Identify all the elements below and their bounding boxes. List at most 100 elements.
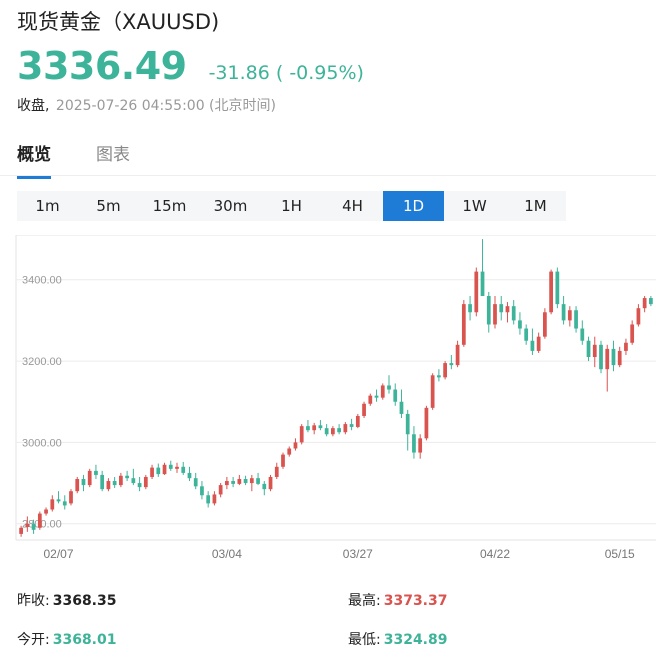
candle-body	[87, 470, 92, 486]
candle-body	[586, 340, 591, 357]
view-tabs: 概览 图表	[17, 140, 175, 179]
candle-body	[287, 448, 292, 455]
candle-body	[168, 464, 173, 469]
candle-body	[162, 464, 167, 475]
candle-body	[599, 344, 603, 370]
candle-body	[461, 304, 466, 345]
candle-body	[19, 527, 23, 534]
candle-body	[362, 403, 366, 416]
candle-body	[636, 308, 641, 325]
market-status: 收盘, 2025-07-26 04:55:00 (北京时间)	[17, 95, 276, 115]
candle-body	[56, 499, 61, 502]
candle-body	[536, 336, 541, 351]
candle-body	[181, 466, 186, 473]
candle-body	[524, 328, 529, 341]
candle-body	[112, 481, 117, 486]
candle-body	[156, 467, 161, 475]
tab-chart[interactable]: 图表	[96, 140, 130, 179]
candle-body	[231, 481, 235, 484]
x-tick-label: 03/04	[212, 547, 242, 561]
interval-15m[interactable]: 15m	[139, 191, 200, 221]
candle-body	[355, 415, 360, 427]
candle-body	[449, 363, 454, 366]
x-tick-label: 05/15	[605, 547, 635, 561]
candle-body	[243, 479, 248, 484]
candle-body	[212, 494, 217, 504]
candle-body	[518, 320, 522, 329]
candle-body	[31, 523, 36, 530]
candle-body	[262, 483, 267, 490]
interval-1m[interactable]: 1m	[17, 191, 78, 221]
candle-body	[617, 350, 622, 366]
candle-body	[200, 486, 204, 496]
candle-body	[299, 426, 304, 443]
candle-body	[424, 407, 429, 439]
candlestick-chart[interactable]: 3400.003200.003000.002800.0002/07 03/04 03…	[0, 235, 656, 565]
candle-body	[374, 395, 379, 398]
candle-body	[393, 389, 398, 402]
candle-body	[443, 363, 447, 378]
stat-high-value: 3373.37	[383, 593, 448, 609]
candle-body	[324, 428, 329, 435]
candle-body	[293, 442, 298, 449]
y-tick-label: 3400.00	[22, 275, 62, 287]
candle-body	[218, 485, 223, 495]
candle-body	[150, 467, 154, 477]
candle-body	[437, 375, 441, 378]
stat-open-value: 3368.01	[52, 632, 117, 648]
stat-prev-close-value: 3368.35	[52, 593, 117, 609]
candle-body	[137, 483, 142, 488]
candle-body	[561, 304, 566, 321]
candle-body	[474, 271, 479, 313]
candle-body	[543, 312, 547, 337]
candle-body	[418, 438, 423, 453]
x-tick-label: 03/27	[343, 547, 373, 561]
current-price: 3336.49	[17, 44, 187, 88]
price-change: -31.86 ( -0.95%)	[208, 62, 364, 84]
page-title: 现货黄金（XAUUSD)	[17, 10, 220, 34]
interval-1h[interactable]: 1H	[261, 191, 322, 221]
candle-body	[555, 271, 560, 305]
price-row: 3336.49 -31.86 ( -0.95%)	[17, 44, 364, 92]
candle-body	[405, 413, 410, 435]
candle-body	[468, 304, 472, 313]
candle-body	[81, 479, 86, 486]
candle-body	[206, 495, 211, 504]
interval-1w[interactable]: 1W	[444, 191, 505, 221]
candle-body	[480, 271, 485, 296]
interval-4h[interactable]: 4H	[322, 191, 383, 221]
interval-30m[interactable]: 30m	[200, 191, 261, 221]
candle-body	[630, 324, 635, 343]
y-tick-label: 3000.00	[22, 437, 62, 449]
candle-body	[399, 401, 404, 414]
candle-body	[237, 479, 242, 484]
stat-low-value: 3324.89	[383, 632, 448, 648]
candle-body	[249, 478, 254, 484]
x-tick-label: 02/07	[44, 547, 74, 561]
candle-body	[306, 426, 310, 431]
interval-1mo[interactable]: 1M	[505, 191, 566, 221]
interval-5m[interactable]: 5m	[78, 191, 139, 221]
candle-body	[106, 481, 111, 490]
candle-body	[412, 434, 416, 453]
candle-body	[187, 472, 192, 479]
candle-body	[50, 499, 55, 510]
status-timestamp: 2025-07-26 04:55:00 (北京时间)	[55, 98, 276, 114]
tab-overview[interactable]: 概览	[17, 140, 51, 179]
candle-body	[337, 428, 341, 433]
candle-body	[312, 425, 317, 431]
candle-body	[624, 342, 628, 351]
stat-prev-close: 昨收: 3368.35	[17, 593, 117, 609]
tabs-divider	[0, 175, 656, 176]
interval-1d[interactable]: 1D	[383, 191, 444, 221]
stat-open: 今开: 3368.01	[17, 632, 117, 648]
candle-body	[368, 395, 373, 404]
candle-body	[75, 479, 80, 492]
candle-body	[119, 475, 123, 486]
candle-body	[611, 348, 616, 366]
candle-body	[493, 304, 497, 325]
candle-body	[331, 428, 335, 435]
candle-body	[143, 476, 148, 488]
candle-body	[343, 424, 348, 433]
candle-body	[567, 310, 572, 321]
